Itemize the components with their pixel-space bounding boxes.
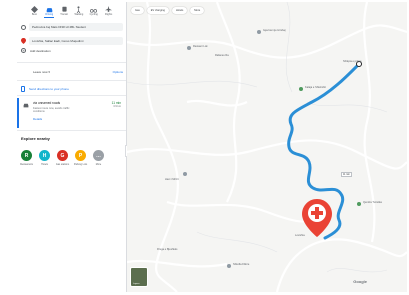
map-label: Hani i Mrizit bbox=[165, 178, 179, 181]
explore-label: Parking Lots bbox=[73, 163, 88, 166]
chip-hotels[interactable]: Hotels bbox=[171, 7, 188, 14]
explore-label: Restaurants bbox=[20, 163, 33, 166]
divider bbox=[17, 95, 126, 96]
diamond-icon bbox=[30, 6, 38, 13]
chip-ev-charging[interactable]: EV charging bbox=[146, 7, 169, 14]
mode-cycling[interactable]: Cycling bbox=[88, 6, 100, 16]
map-label: Restauri Lok bbox=[193, 45, 208, 48]
send-to-phone-link[interactable]: Send directions to your phone bbox=[21, 86, 69, 92]
route-inputs: Pedrovica bej Mats DNR HI 2BL Stedent Lo… bbox=[21, 22, 123, 46]
map-label: Rafanes Ra bbox=[215, 54, 229, 57]
poi-marker[interactable] bbox=[357, 202, 361, 206]
map-label: Gjevrasi nje Hrisbaj bbox=[263, 29, 286, 32]
poi-marker[interactable] bbox=[299, 87, 303, 91]
map-label: Kalaja e Shkëmbit bbox=[305, 86, 326, 89]
explore-label: Gas stations bbox=[55, 163, 70, 166]
route-eta-callout[interactable]: 11 min bbox=[341, 172, 352, 177]
directions-panel: Best Driving Transit Walking Cycling Fli… bbox=[17, 2, 127, 292]
route-details-link[interactable]: Details bbox=[33, 117, 123, 121]
explore-label: Hotels bbox=[41, 163, 48, 166]
send-to-phone-label: Send directions to your phone bbox=[29, 87, 69, 91]
mode-flights[interactable]: Flights bbox=[103, 6, 115, 16]
route-via: via unnamed roads bbox=[33, 101, 61, 105]
mode-walking[interactable]: Walking bbox=[73, 6, 85, 16]
map-label: Rruga e Bjeshkës bbox=[157, 248, 178, 251]
map-label: Shkolla Fillore bbox=[233, 263, 250, 266]
route-description: Fastest route now, avoids traffic condit… bbox=[33, 107, 70, 113]
train-icon bbox=[61, 6, 67, 12]
route-distance: 3.9 km bbox=[113, 105, 121, 108]
poi-marker[interactable] bbox=[227, 264, 231, 268]
plane-icon bbox=[105, 6, 113, 13]
chip-more[interactable]: More bbox=[190, 7, 205, 14]
travel-mode-bar: Best Driving Transit Walking Cycling Fli… bbox=[17, 2, 126, 16]
options-button[interactable]: Options bbox=[113, 70, 123, 74]
route-option-card[interactable]: via unnamed roads 11 min 3.9 km Fastest … bbox=[17, 98, 126, 128]
destination-input[interactable]: Lovishta, Sallac Eadi, Ceres Muqedimi bbox=[29, 37, 123, 45]
bike-icon bbox=[90, 9, 98, 13]
layers-button[interactable]: Layers bbox=[130, 267, 148, 287]
parking-icon: P bbox=[75, 150, 86, 161]
mode-driving[interactable]: Driving bbox=[43, 6, 55, 16]
active-mode-indicator bbox=[44, 17, 54, 18]
map-filter-chips: Gas EV charging Hotels More bbox=[131, 7, 205, 14]
poi-marker[interactable] bbox=[257, 30, 261, 34]
plus-icon: + bbox=[21, 48, 26, 53]
explore-label: More bbox=[95, 163, 102, 166]
destination-pin-icon bbox=[21, 38, 26, 44]
map-label: Shtëpia e pritjes bbox=[343, 60, 362, 63]
more-icon: … bbox=[93, 150, 104, 161]
explore-restaurants[interactable]: R Restaurants bbox=[20, 150, 33, 166]
gas-station-icon: G bbox=[57, 150, 68, 161]
add-destination-label: Add destination bbox=[30, 48, 51, 53]
destination-pin-icon[interactable] bbox=[302, 199, 332, 237]
origin-row: Pedrovica bej Mats DNR HI 2BL Stedent bbox=[21, 22, 123, 32]
divider bbox=[17, 62, 126, 63]
layers-label: Layers bbox=[133, 283, 140, 285]
restaurant-icon: R bbox=[21, 150, 32, 161]
maps-app: Best Driving Transit Walking Cycling Fli… bbox=[0, 0, 409, 295]
divider bbox=[17, 130, 126, 131]
leave-options-row: Leave now ▾ Options bbox=[33, 70, 123, 74]
explore-nearby-title: Explore nearby bbox=[21, 136, 50, 141]
explore-gas-stations[interactable]: G Gas stations bbox=[55, 150, 70, 166]
google-logo: Google bbox=[353, 279, 367, 284]
car-icon bbox=[23, 103, 29, 108]
explore-hotels[interactable]: H Hotels bbox=[39, 150, 50, 166]
add-destination-button[interactable]: + Add destination bbox=[21, 48, 51, 53]
leave-now-dropdown[interactable]: Leave now ▾ bbox=[33, 70, 50, 74]
explore-more[interactable]: … More bbox=[93, 150, 104, 166]
poi-marker[interactable] bbox=[187, 46, 191, 50]
origin-input[interactable]: Pedrovica bej Mats DNR HI 2BL Stedent bbox=[29, 23, 123, 31]
explore-parking[interactable]: P Parking Lots bbox=[73, 150, 88, 166]
divider bbox=[17, 80, 126, 81]
destination-row: Lovishta, Sallac Eadi, Ceres Muqedimi bbox=[21, 36, 123, 46]
map-canvas[interactable]: Gas EV charging Hotels More Gjevrasi nje… bbox=[127, 2, 407, 292]
chip-gas[interactable]: Gas bbox=[131, 7, 144, 14]
map-label: Qendra Turistike bbox=[363, 201, 383, 204]
phone-icon bbox=[21, 86, 25, 92]
explore-nearby-list: R Restaurants H Hotels G Gas stations P … bbox=[20, 150, 104, 166]
origin-dot-icon bbox=[21, 24, 26, 30]
poi-marker[interactable] bbox=[183, 172, 187, 176]
mode-transit[interactable]: Transit bbox=[58, 6, 70, 16]
walk-icon bbox=[77, 6, 81, 13]
car-icon bbox=[46, 8, 53, 13]
mode-best[interactable]: Best bbox=[28, 6, 40, 16]
hotel-icon: H bbox=[39, 150, 50, 161]
